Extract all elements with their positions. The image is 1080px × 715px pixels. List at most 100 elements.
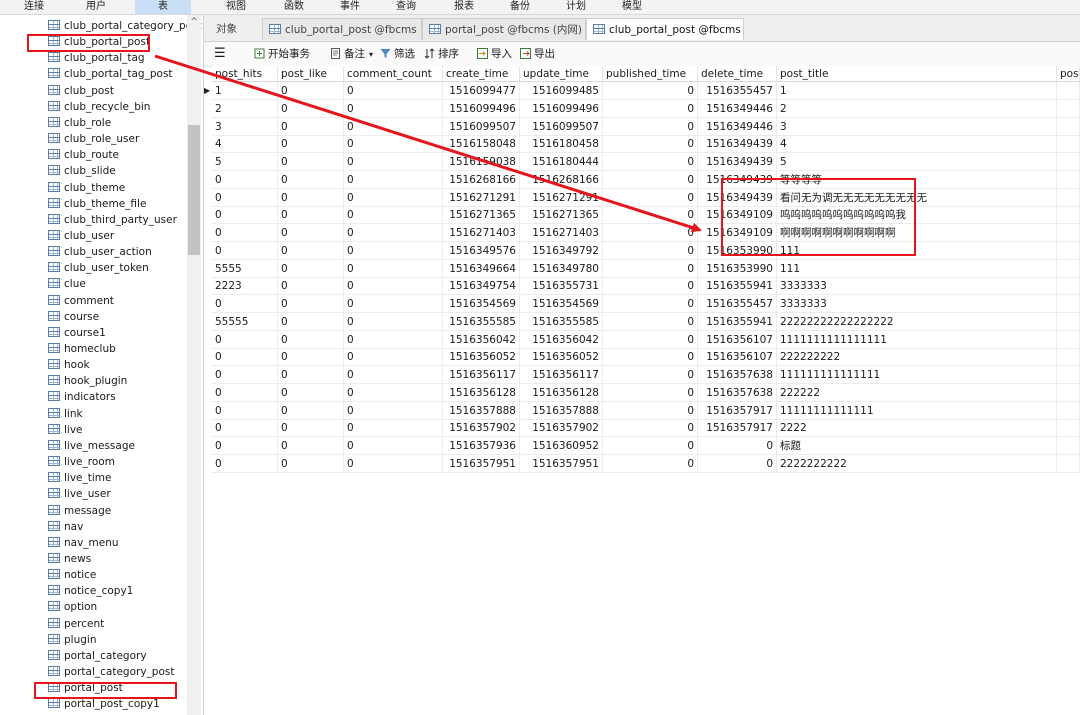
table-cell[interactable]: 1516271403 — [443, 224, 520, 242]
sidebar-table-item[interactable]: live_message — [48, 438, 135, 454]
sidebar-table-item[interactable]: club_portal_category_post — [48, 18, 202, 34]
sidebar-table-item[interactable]: nav_menu — [48, 535, 119, 551]
table-cell[interactable]: 0 — [344, 312, 443, 331]
tab-objects[interactable]: 对象 — [210, 18, 262, 40]
sort-button[interactable]: 排序 — [424, 46, 459, 62]
menu-item[interactable]: 表 — [135, 0, 191, 14]
table-cell[interactable] — [1057, 312, 1080, 331]
note-button[interactable]: 备注 ▾ — [330, 46, 373, 62]
table-cell[interactable]: 0 — [278, 170, 344, 189]
table-cell[interactable]: 3333333 — [777, 277, 1057, 296]
table-cell[interactable]: 1 — [212, 82, 278, 100]
table-cell[interactable]: 222222222 — [777, 348, 1057, 367]
scroll-up-arrow-icon[interactable]: ^ — [187, 15, 201, 29]
table-cell[interactable]: 0 — [603, 401, 698, 420]
table-cell[interactable]: 1516357888 — [520, 401, 603, 420]
tab-portal-post[interactable]: portal_post @fbcms (内网) -... — [422, 18, 586, 40]
table-cell[interactable]: 0 — [212, 401, 278, 420]
sidebar-table-item[interactable]: club_slide — [48, 163, 116, 179]
table-cell[interactable]: 0 — [603, 366, 698, 384]
table-cell[interactable]: 0 — [344, 99, 443, 118]
table-cell[interactable] — [1057, 401, 1080, 420]
table-cell[interactable]: 0 — [344, 188, 443, 207]
table-cell[interactable]: 0 — [278, 348, 344, 367]
table-cell[interactable]: 1 — [777, 82, 1057, 100]
table-cell[interactable]: 1516356117 — [443, 366, 520, 384]
table-cell[interactable]: 0 — [278, 401, 344, 420]
table-cell[interactable]: 3333333 — [777, 295, 1057, 313]
table-cell[interactable]: 0 — [212, 348, 278, 367]
table-cell[interactable]: 0 — [603, 82, 698, 100]
sidebar-table-item[interactable]: club_recycle_bin — [48, 99, 150, 115]
sidebar-table-item[interactable]: club_user_action — [48, 244, 152, 260]
table-cell[interactable]: 1516356052 — [443, 348, 520, 367]
table-cell[interactable]: 0 — [212, 437, 278, 455]
table-cell[interactable]: 0 — [344, 277, 443, 296]
table-cell[interactable]: 1516357638 — [698, 383, 777, 402]
column-header[interactable]: update_time — [520, 66, 603, 82]
table-cell[interactable] — [1057, 188, 1080, 207]
sidebar-table-item[interactable]: clue — [48, 276, 86, 292]
sidebar-table-item[interactable]: message — [48, 503, 111, 519]
table-cell[interactable]: 1516099485 — [520, 82, 603, 100]
table-cell[interactable]: 0 — [603, 153, 698, 171]
table-cell[interactable]: 1516356042 — [520, 330, 603, 349]
sidebar-table-item[interactable]: plugin — [48, 632, 96, 648]
menu-item[interactable]: 查询 — [392, 0, 420, 14]
table-cell[interactable]: 11111111111111 — [777, 401, 1057, 420]
table-cell[interactable]: 1516271403 — [520, 224, 603, 242]
table-cell[interactable]: 0 — [278, 259, 344, 278]
table-cell[interactable]: 1516355585 — [520, 312, 603, 331]
table-cell[interactable]: 0 — [698, 454, 777, 473]
table-cell[interactable]: 0 — [212, 454, 278, 473]
table-cell[interactable]: 0 — [212, 170, 278, 189]
table-cell[interactable]: 1516268166 — [443, 170, 520, 189]
table-cell[interactable]: 5 — [212, 153, 278, 171]
table-cell[interactable]: 1516271365 — [443, 206, 520, 225]
table-cell[interactable]: 1516357917 — [698, 401, 777, 420]
sidebar-table-item[interactable]: club_user — [48, 228, 114, 244]
table-cell[interactable]: 1516099507 — [520, 117, 603, 136]
table-cell[interactable]: 0 — [603, 330, 698, 349]
sidebar-table-item[interactable]: club_post — [48, 83, 114, 99]
table-cell[interactable]: 1516354569 — [520, 295, 603, 313]
table-cell[interactable]: 5555 — [212, 259, 278, 278]
table-cell[interactable]: 1516356128 — [443, 383, 520, 402]
table-cell[interactable]: 22222222222222222 — [777, 312, 1057, 331]
table-cell[interactable]: 1516271291 — [520, 188, 603, 207]
sidebar-table-item[interactable]: live — [48, 422, 83, 438]
table-cell[interactable]: 1516357902 — [520, 419, 603, 438]
table-cell[interactable]: 0 — [278, 188, 344, 207]
table-cell[interactable]: 0 — [344, 454, 443, 473]
table-cell[interactable]: 1516360952 — [520, 437, 603, 455]
table-cell[interactable]: 1516349754 — [443, 277, 520, 296]
table-cell[interactable]: 1516180458 — [520, 135, 603, 154]
table-cell[interactable]: 0 — [278, 135, 344, 154]
sidebar-table-item[interactable]: course — [48, 309, 99, 325]
table-cell[interactable]: 3 — [777, 117, 1057, 136]
table-cell[interactable]: 0 — [603, 419, 698, 438]
sidebar-table-item[interactable]: course1 — [48, 325, 106, 341]
tab-club-portal-post-2[interactable]: club_portal_post @fbcms (... — [586, 18, 744, 40]
table-cell[interactable]: 111 — [777, 259, 1057, 278]
sidebar-table-item[interactable]: notice_copy1 — [48, 583, 133, 599]
table-cell[interactable]: 0 — [344, 135, 443, 154]
table-cell[interactable]: 1516355941 — [698, 277, 777, 296]
table-cell[interactable]: 0 — [278, 153, 344, 171]
table-cell[interactable]: 0 — [278, 82, 344, 100]
table-cell[interactable]: 1516355457 — [698, 82, 777, 100]
menu-icon[interactable]: ☰ — [214, 46, 226, 62]
sidebar-table-item[interactable]: comment — [48, 293, 114, 309]
sidebar-table-item[interactable]: portal_category_post — [48, 664, 174, 680]
table-cell[interactable]: 0 — [344, 295, 443, 313]
table-cell[interactable]: 1516349780 — [520, 259, 603, 278]
sidebar-table-item[interactable]: news — [48, 551, 91, 567]
column-header[interactable]: post_title — [777, 66, 1057, 82]
table-cell[interactable]: 0 — [344, 170, 443, 189]
menu-item[interactable]: 模型 — [618, 0, 646, 14]
sidebar-table-item[interactable]: club_role_user — [48, 131, 139, 147]
table-cell[interactable] — [1057, 170, 1080, 189]
table-cell[interactable] — [1057, 437, 1080, 455]
table-cell[interactable]: 1516357638 — [698, 366, 777, 384]
table-cell[interactable]: 1516356107 — [698, 348, 777, 367]
